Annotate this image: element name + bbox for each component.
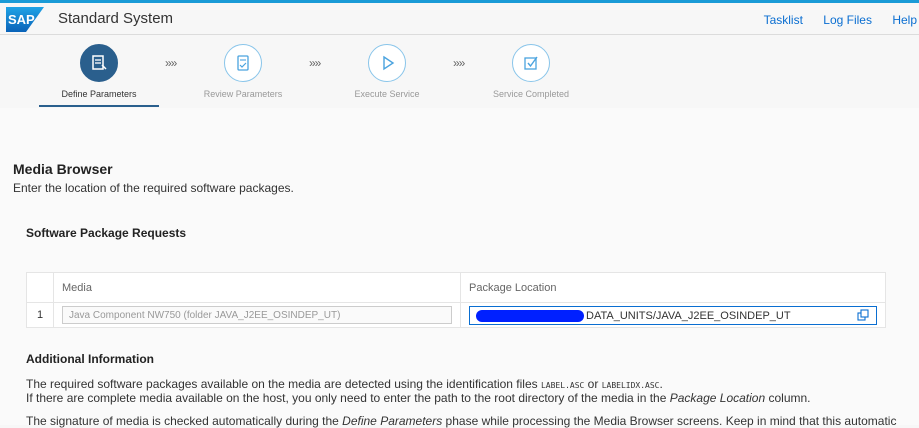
step-separator: »» (165, 56, 177, 70)
step-separator: »» (309, 56, 321, 70)
info-paragraph-2: If there are complete media available on… (26, 391, 811, 405)
sap-logo: SAP (6, 7, 44, 32)
step-label: Review Parameters (203, 89, 283, 99)
step-service-completed[interactable]: Service Completed (471, 44, 591, 99)
main-content: Media Browser Enter the location of the … (0, 108, 919, 428)
header-links: Tasklist Log Files Help (764, 13, 919, 27)
tasklist-link[interactable]: Tasklist (764, 13, 803, 27)
row-number: 1 (26, 302, 54, 328)
info-paragraph-3: The signature of media is checked automa… (26, 414, 897, 428)
step-review-parameters[interactable]: Review Parameters (183, 44, 303, 99)
package-requests-table: Media Package Location 1 Java Component … (26, 272, 886, 328)
page-description: Enter the location of the required softw… (13, 181, 294, 195)
package-location-value: DATA_UNITS/JAVA_J2EE_OSINDEP_UT (586, 309, 791, 322)
step-label: Execute Service (354, 89, 420, 99)
table-row: 1 Java Component NW750 (folder JAVA_J2EE… (26, 302, 886, 328)
header-media: Media (53, 272, 461, 303)
checkbox-icon (512, 44, 550, 82)
header-package-location: Package Location (460, 272, 886, 303)
app-title: Standard System (58, 10, 174, 27)
help-link[interactable]: Help (892, 13, 917, 27)
package-location-cell: DATA_UNITS/JAVA_J2EE_OSINDEP_UT (460, 302, 886, 328)
step-label: Service Completed (492, 89, 570, 99)
media-cell: Java Component NW750 (folder JAVA_J2EE_O… (53, 302, 461, 328)
requests-title: Software Package Requests (26, 226, 187, 240)
step-separator: »» (453, 56, 465, 70)
step-execute-service[interactable]: Execute Service (327, 44, 447, 99)
redacted-region (476, 309, 584, 322)
page-title: Media Browser (13, 161, 113, 177)
media-field: Java Component NW750 (folder JAVA_J2EE_O… (62, 306, 452, 324)
header-index (26, 272, 54, 303)
document-check-icon (224, 44, 262, 82)
wizard-progress: Define Parameters »» Review Parameters »… (0, 35, 919, 109)
form-edit-icon (80, 44, 118, 82)
package-location-input[interactable]: DATA_UNITS/JAVA_J2EE_OSINDEP_UT (469, 305, 877, 325)
table-header-row: Media Package Location (26, 272, 886, 303)
step-define-parameters[interactable]: Define Parameters (39, 44, 159, 107)
additional-info-title: Additional Information (26, 352, 154, 366)
shell-bar: SAP Standard System Tasklist Log Files H… (0, 0, 919, 35)
svg-text:SAP: SAP (8, 12, 35, 27)
info-paragraph-1: The required software packages available… (26, 377, 663, 391)
log-files-link[interactable]: Log Files (823, 13, 872, 27)
play-icon (368, 44, 406, 82)
step-label: Define Parameters (61, 89, 137, 99)
value-help-icon[interactable] (857, 308, 870, 322)
